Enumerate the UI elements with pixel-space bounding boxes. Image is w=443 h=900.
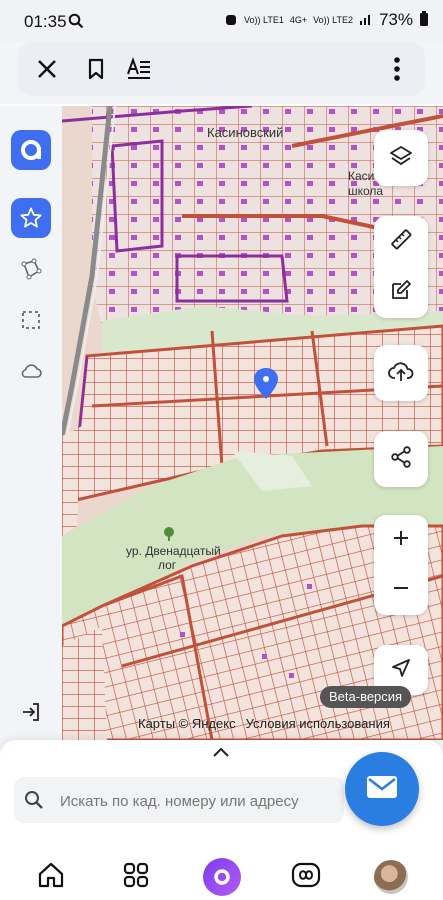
map-label-school-2: школа: [348, 184, 383, 198]
app-logo-button[interactable]: [11, 130, 51, 170]
upload-button[interactable]: [374, 345, 428, 401]
search-icon: [24, 790, 44, 815]
status-indicators: Vo)) LTE1 4G+ Vo)) LTE2 73%: [224, 10, 429, 30]
alarm-icon: [224, 12, 238, 28]
favorites-star-icon[interactable]: [11, 198, 51, 238]
search-input[interactable]: [58, 777, 342, 825]
network-type: 4G+: [289, 15, 308, 25]
search-icon: [68, 13, 84, 34]
navigation-arrow-icon: [390, 657, 412, 684]
copyright-text[interactable]: Карты © Яндекс: [138, 716, 236, 731]
map-label-district: Касиновский: [207, 125, 283, 140]
infinity-icon[interactable]: [289, 858, 323, 892]
edit-icon[interactable]: [389, 278, 413, 307]
map-attribution: Карты © Яндекс Условия использования: [138, 716, 390, 731]
map-tool-rail: [0, 106, 62, 740]
home-icon[interactable]: [34, 858, 68, 892]
share-icon: [390, 445, 412, 473]
login-icon[interactable]: [11, 692, 51, 732]
zoom-controls: [374, 515, 428, 615]
layers-icon: [389, 144, 413, 173]
polygon-tool-icon[interactable]: [11, 249, 51, 289]
layers-button[interactable]: [374, 130, 428, 186]
network-label-1: Vo)) LTE1: [243, 15, 284, 25]
terms-link[interactable]: Условия использования: [246, 716, 390, 731]
signal-icon: [359, 12, 373, 28]
zoom-out-icon[interactable]: [391, 578, 411, 603]
network-label-2: Vo)) LTE2: [313, 15, 353, 25]
cloud-upload-icon: [388, 359, 414, 388]
beta-badge: Beta-версия: [320, 686, 412, 708]
status-bar: 01:35 Vo)) LTE1 4G+ Vo)) LTE2 73%: [0, 0, 443, 42]
zoom-in-icon[interactable]: [391, 528, 411, 553]
battery-icon: [419, 11, 429, 29]
map-label-place-1: ур. Двенадцатый: [126, 544, 221, 558]
mail-icon: [366, 775, 398, 804]
mail-button[interactable]: [345, 752, 419, 826]
bookmark-icon[interactable]: [81, 54, 111, 84]
reader-mode-icon[interactable]: [124, 54, 154, 84]
search-field[interactable]: [14, 777, 344, 825]
browser-toolbar: [18, 42, 425, 96]
map-label-place-2: лог: [158, 558, 177, 572]
avatar[interactable]: [374, 860, 408, 894]
alice-icon[interactable]: [203, 858, 241, 896]
close-icon[interactable]: [32, 54, 62, 84]
share-button[interactable]: [374, 431, 428, 487]
battery-percent: 73%: [378, 10, 413, 29]
ruler-icon[interactable]: [389, 227, 413, 256]
grid-icon[interactable]: [119, 858, 153, 892]
measure-tools-group: [374, 216, 428, 318]
more-vertical-icon[interactable]: [382, 54, 412, 84]
select-area-icon[interactable]: [11, 300, 51, 340]
chevron-up-icon[interactable]: [210, 744, 232, 765]
cloud-icon[interactable]: [11, 351, 51, 391]
status-time: 01:35: [24, 12, 67, 31]
